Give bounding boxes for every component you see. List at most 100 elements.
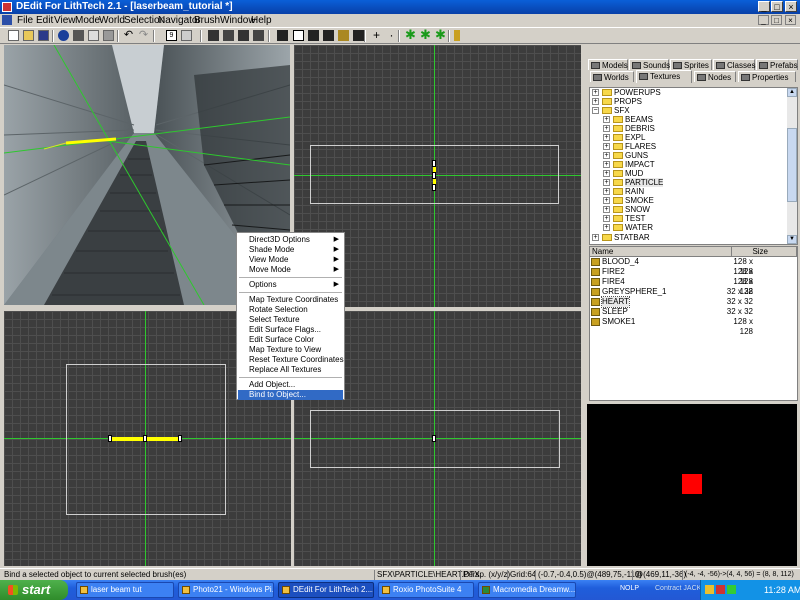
green-star-icon[interactable]: ✱	[420, 28, 431, 41]
new-icon[interactable]	[8, 30, 19, 41]
vertex-handle[interactable]	[432, 435, 436, 442]
center-icon[interactable]: ·	[386, 29, 397, 41]
list-item[interactable]: FIRE4 128 x 128	[590, 277, 797, 296]
tool-icon[interactable]	[323, 30, 334, 41]
sounds-icon	[632, 62, 641, 69]
tool-icon[interactable]	[338, 30, 349, 41]
tab-classes[interactable]: Classes	[713, 59, 755, 70]
globe-icon[interactable]	[58, 30, 69, 41]
tab-worlds[interactable]: Worlds	[590, 71, 634, 82]
vertex-handle[interactable]	[432, 172, 436, 179]
list-item[interactable]: SMOKE1 128 x 128	[590, 317, 797, 336]
tray-icon[interactable]	[705, 585, 714, 594]
redo-icon[interactable]: ↷	[138, 30, 149, 41]
texture-tree[interactable]: + POWERUPS + PROPS − SFX + BEAMS + DEBRIS + EX…	[589, 87, 798, 245]
tray-icon[interactable]	[716, 585, 725, 594]
task-roxio[interactable]: Roxio PhotoSuite 4	[378, 582, 474, 598]
tab-nodes[interactable]: Nodes	[694, 71, 736, 82]
folder-icon	[613, 152, 623, 159]
menu-item-view-mode[interactable]: View Mode ▶	[238, 255, 343, 265]
status-grid: Grid:64	[507, 570, 536, 580]
tool-icon[interactable]	[353, 30, 364, 41]
vertex-handle[interactable]	[178, 435, 182, 442]
list-item[interactable]: SLEEP 32 x 32	[590, 307, 797, 317]
scroll-thumb[interactable]	[787, 128, 797, 202]
save-icon[interactable]	[38, 30, 49, 41]
grid-toggle-icon[interactable]	[181, 30, 192, 41]
task-dreamweaver[interactable]: Macromedia Dreamw...	[478, 582, 576, 598]
tray-icon[interactable]	[727, 585, 736, 594]
menu-mode[interactable]: Mode	[75, 14, 100, 27]
menu-help[interactable]: Help	[251, 14, 272, 27]
tool-icon[interactable]	[308, 30, 319, 41]
vertex-handle[interactable]	[432, 184, 436, 191]
scroll-up-icon[interactable]: ▲	[787, 88, 797, 97]
menu-item-bind-to-object[interactable]: Bind to Object...	[238, 390, 343, 400]
list-item[interactable]: BLOOD_4 128 x 128	[590, 257, 797, 276]
tab-models[interactable]: Models	[588, 59, 628, 70]
menu-item-options[interactable]: Options ▶	[238, 280, 343, 290]
crosshair-icon[interactable]: +	[371, 29, 382, 41]
brush-mode-icon[interactable]	[223, 30, 234, 41]
task-laser-beam-tut[interactable]: laser beam tut	[76, 582, 174, 598]
menu-item-reset-texture-coordinates[interactable]: Reset Texture Coordinates	[238, 355, 344, 365]
list-item[interactable]: FIRE2 128 x 128	[590, 267, 797, 286]
menu-item-replace-all-textures[interactable]: Replace All Textures	[238, 365, 343, 375]
menu-item-edit-surface-color[interactable]: Edit Surface Color	[238, 335, 343, 345]
menu-edit[interactable]: Edit	[36, 14, 53, 27]
vertex-handle[interactable]	[432, 160, 436, 167]
tab-sprites[interactable]: Sprites	[670, 59, 712, 70]
tab-prefabs[interactable]: Prefabs	[756, 59, 798, 70]
paste-icon[interactable]	[103, 30, 114, 41]
task-dedit[interactable]: DEdit For LithTech 2....	[278, 582, 374, 598]
tab-sounds[interactable]: Sounds	[629, 59, 670, 70]
geometry-mode-icon[interactable]	[238, 30, 249, 41]
minimize-button[interactable]: _	[758, 1, 770, 12]
menu-item-select-texture[interactable]: Select Texture	[238, 315, 343, 325]
grid-size-icon[interactable]: 9	[166, 30, 177, 41]
close-button[interactable]: ×	[785, 1, 797, 12]
menu-item-rotate-selection[interactable]: Rotate Selection	[238, 305, 343, 315]
copy-icon[interactable]	[88, 30, 99, 41]
menu-item-direct3d-options[interactable]: Direct3D Options ▶	[238, 235, 343, 245]
app-icon[interactable]	[2, 2, 12, 12]
list-item-selected[interactable]: HEART 32 x 32	[590, 296, 797, 308]
tree-scrollbar[interactable]: ▲ ▼	[787, 88, 797, 244]
column-header-size[interactable]: Size	[732, 247, 797, 257]
menu-world[interactable]: World	[99, 14, 125, 27]
task-photo21[interactable]: Photo21 - Windows Pi...	[178, 582, 274, 598]
menu-file[interactable]: File	[17, 14, 33, 27]
cut-icon[interactable]	[73, 30, 84, 41]
green-star-icon[interactable]: ✱	[435, 28, 446, 41]
select-mode-icon[interactable]	[208, 30, 219, 41]
menu-item-map-texture-to-view[interactable]: Map Texture to View	[238, 345, 343, 355]
scroll-down-icon[interactable]: ▼	[787, 235, 797, 244]
maximize-button[interactable]: □	[771, 1, 783, 12]
doc-restore-button[interactable]: □	[771, 15, 782, 25]
tool-icon[interactable]	[293, 30, 304, 41]
menu-item-map-texture-coordinates[interactable]: Map Texture Coordinates	[238, 295, 343, 305]
column-header-name[interactable]: Name	[590, 247, 732, 257]
menu-item-add-object[interactable]: Add Object...	[238, 380, 343, 390]
texture-list[interactable]: Name Size BLOOD_4 128 x 128 FIRE2 128 x 12…	[589, 246, 798, 401]
doc-close-button[interactable]: ×	[785, 15, 796, 25]
light-icon[interactable]	[454, 30, 460, 41]
menu-item-move-mode[interactable]: Move Mode ▶	[238, 265, 343, 275]
tool-icon[interactable]	[277, 30, 288, 41]
menu-item-shade-mode[interactable]: Shade Mode ▶	[238, 245, 343, 255]
tab-properties[interactable]: Properties	[738, 71, 796, 82]
menu-view[interactable]: View	[54, 14, 76, 27]
vertex-handle[interactable]	[143, 435, 147, 442]
undo-icon[interactable]: ↶	[123, 30, 134, 41]
document-icon[interactable]	[2, 15, 12, 25]
menu-item-edit-surface-flags[interactable]: Edit Surface Flags...	[238, 325, 343, 335]
vertex-handle[interactable]	[108, 435, 112, 442]
doc-minimize-button[interactable]: _	[758, 15, 769, 25]
menu-brush[interactable]: Brush	[194, 14, 220, 27]
open-icon[interactable]	[23, 30, 34, 41]
start-button[interactable]: start	[0, 580, 68, 600]
list-item[interactable]: GREYSPHERE_1 32 x 32	[590, 287, 797, 297]
green-star-icon[interactable]: ✱	[405, 28, 416, 41]
object-mode-icon[interactable]	[253, 30, 264, 41]
tab-textures[interactable]: Textures	[636, 70, 692, 83]
